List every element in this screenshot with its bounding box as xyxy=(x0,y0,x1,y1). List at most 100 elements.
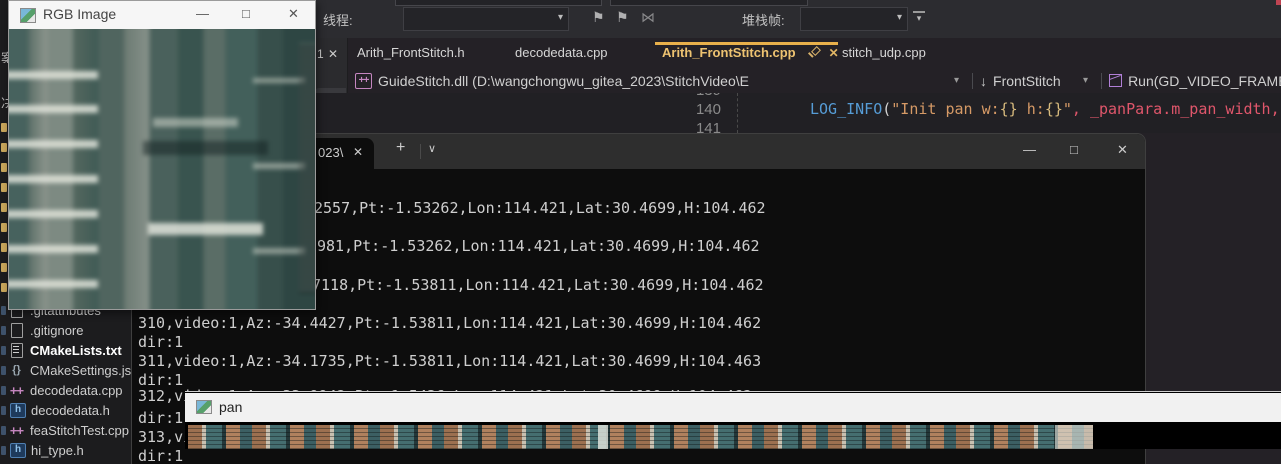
file-item-hi_type.h[interactable]: hhi_type.h xyxy=(0,440,131,460)
file-item-CMakeLists.txt[interactable]: CMakeLists.txt xyxy=(0,340,131,360)
code-editor[interactable]: 139 140 141 LOG_INFO("Init pan w:{} h:{}… xyxy=(313,93,1281,133)
breadcrumb-project[interactable]: GuideStitch.dll (D:\wangchongwu_gitea_20… xyxy=(378,73,948,89)
line-number: 139 xyxy=(681,93,721,99)
git-status-icon xyxy=(1,386,6,395)
pin-icon[interactable] xyxy=(808,46,821,58)
explorer-file-list: .gitattributes.gitignoreCMakeLists.txt{}… xyxy=(0,300,131,460)
terminal-line: 981,Pt:-1.53262,Lon:114.421,Lat:30.4699,… xyxy=(317,237,760,256)
folder-icon xyxy=(1,263,7,272)
folder-icon xyxy=(1,243,7,252)
pan-content xyxy=(185,422,1281,449)
code-string: " xyxy=(1063,100,1072,118)
code-brace: {} xyxy=(1045,100,1063,118)
cpp-file-icon: ++ xyxy=(8,424,25,437)
file-item-CMakeSettings.jso[interactable]: {} CMakeSettings.jso xyxy=(0,360,131,380)
file-file-icon xyxy=(8,323,25,337)
toolbar-overflow-icon[interactable]: ▾ xyxy=(913,11,925,23)
file-name-label: CMakeSettings.jso xyxy=(30,363,131,378)
down-arrow-icon: ↓ xyxy=(980,73,987,89)
file-name-label: CMakeLists.txt xyxy=(30,343,122,358)
breadcrumb-separator xyxy=(1101,73,1102,89)
toolbar-box-fragment xyxy=(395,0,602,6)
terminal-line: 311,video:1,Az:-34.1735,Pt:-1.53811,Lon:… xyxy=(138,352,761,371)
code-macro: LOG_INFO xyxy=(810,100,882,118)
git-status-icon xyxy=(1,426,6,435)
code-brace: {} xyxy=(1000,100,1018,118)
folder-icon xyxy=(1,183,7,192)
folder-icon xyxy=(1,143,7,152)
window-close-sliver xyxy=(1276,0,1281,5)
terminal-line: 310,video:1,Az:-34.4427,Pt:-1.53811,Lon:… xyxy=(138,314,761,333)
file-item-decodedata.cpp[interactable]: ++decodedata.cpp xyxy=(0,380,131,400)
tab-decodedata.cpp[interactable]: decodedata.cpp xyxy=(515,38,608,68)
stackframe-dropdown[interactable]: ▾ xyxy=(800,7,908,31)
breakpoint-condition-icon[interactable]: ⋈ xyxy=(641,9,655,26)
breadcrumb: ++ GuideStitch.dll (D:\wangchongwu_gitea… xyxy=(352,68,1281,93)
terminal-line: dir:1 xyxy=(138,447,183,464)
pan-window-title: pan xyxy=(219,399,242,415)
file-item-decodedata.h[interactable]: h decodedata.h xyxy=(0,400,131,420)
doc-file-icon xyxy=(8,343,25,357)
git-status-icon xyxy=(1,406,6,415)
minimize-button[interactable]: — xyxy=(196,6,209,21)
screen: 线程: ▾ ⚑ ⚑ ⋈ 堆栈帧: ▾ ▾ 1 ✕ Arith_FrontStit… xyxy=(0,0,1281,464)
flag-add-icon[interactable]: ⚑ xyxy=(616,9,629,26)
thread-label: 线程: xyxy=(323,10,353,29)
terminal-line: dir:1 xyxy=(138,333,183,352)
line-number: 140 xyxy=(681,101,721,118)
panorama-detail xyxy=(1055,425,1093,449)
code-paren: ( xyxy=(882,100,891,118)
breadcrumb-member[interactable]: FrontStitch xyxy=(993,73,1077,89)
folder-icon xyxy=(1,123,7,132)
breadcrumb-separator xyxy=(972,73,973,89)
maximize-button[interactable]: □ xyxy=(242,6,250,21)
terminal-line: 7118,Pt:-1.53811,Lon:114.421,Lat:30.4699… xyxy=(312,276,764,295)
code-string: h: xyxy=(1018,100,1045,118)
stackframe-label: 堆栈帧: xyxy=(742,10,785,29)
code-string: "Init pan w: xyxy=(891,100,999,118)
chevron-down-icon: ▾ xyxy=(558,12,563,23)
terminal-line: 2557,Pt:-1.53262,Lon:114.421,Lat:30.4699… xyxy=(314,199,766,218)
file-name-label: feaStitchTest.cpp xyxy=(30,423,129,438)
chevron-down-icon: ▾ xyxy=(897,12,902,23)
toolbar-box-fragment xyxy=(610,0,808,6)
active-tab-underline xyxy=(655,42,838,45)
chevron-down-icon[interactable]: ▾ xyxy=(1083,75,1088,86)
git-status-icon xyxy=(1,346,6,355)
git-status-icon xyxy=(1,366,6,375)
close-button[interactable]: ✕ xyxy=(288,6,299,22)
code-line: LOG_INFO("Init pan w:{} h:{}", _panPara.… xyxy=(810,100,1281,118)
code-args: , _panPara.m_pan_width, _panPara.m_pan_h… xyxy=(1072,100,1281,118)
cpp-project-icon: ++ xyxy=(355,73,372,89)
flag-icon[interactable]: ⚑ xyxy=(592,9,605,26)
chevron-down-icon[interactable]: ▾ xyxy=(954,75,959,86)
h-file-icon: h xyxy=(10,443,26,458)
breadcrumb-method[interactable]: Run(GD_VIDEO_FRAME_S in xyxy=(1128,73,1281,89)
rgb-image-window: RGB Image — □ ✕ xyxy=(8,0,316,310)
git-status-icon xyxy=(1,326,6,335)
folder-icon xyxy=(1,163,7,172)
tab-label: stitch_udp.cpp xyxy=(842,45,926,60)
close-icon[interactable]: ✕ xyxy=(829,46,839,60)
h-file-icon: h xyxy=(10,403,26,418)
file-item-.gitignore[interactable]: .gitignore xyxy=(0,320,131,340)
tab-Arith_FrontStitch.h[interactable]: Arith_FrontStitch.h xyxy=(357,38,465,68)
file-item-feaStitchTest.cpp[interactable]: ++ feaStitchTest.cpp xyxy=(0,420,131,440)
line-number: 141 xyxy=(681,120,721,133)
rgb-titlebar[interactable]: RGB Image — □ ✕ xyxy=(9,1,315,30)
thread-dropdown[interactable]: ▾ xyxy=(403,7,569,31)
indent-guide xyxy=(737,93,738,133)
git-status-icon xyxy=(1,306,6,315)
tab-label: Arith_FrontStitch.h xyxy=(357,45,465,60)
tab-label: Arith_FrontStitch.cpp xyxy=(662,45,796,60)
json-file-icon: {} xyxy=(8,364,25,377)
building-photo xyxy=(9,29,315,309)
file-name-label: decodedata.h xyxy=(31,403,110,418)
tab-stitch_udp.cpp[interactable]: stitch_udp.cpp xyxy=(842,38,926,68)
rgb-window-title: RGB Image xyxy=(43,6,116,22)
pan-titlebar[interactable]: pan xyxy=(185,393,1281,422)
panorama-detail xyxy=(598,425,608,449)
file-name-label: decodedata.cpp xyxy=(30,383,123,398)
rgb-image-content xyxy=(9,29,315,309)
folder-icon xyxy=(1,223,7,232)
